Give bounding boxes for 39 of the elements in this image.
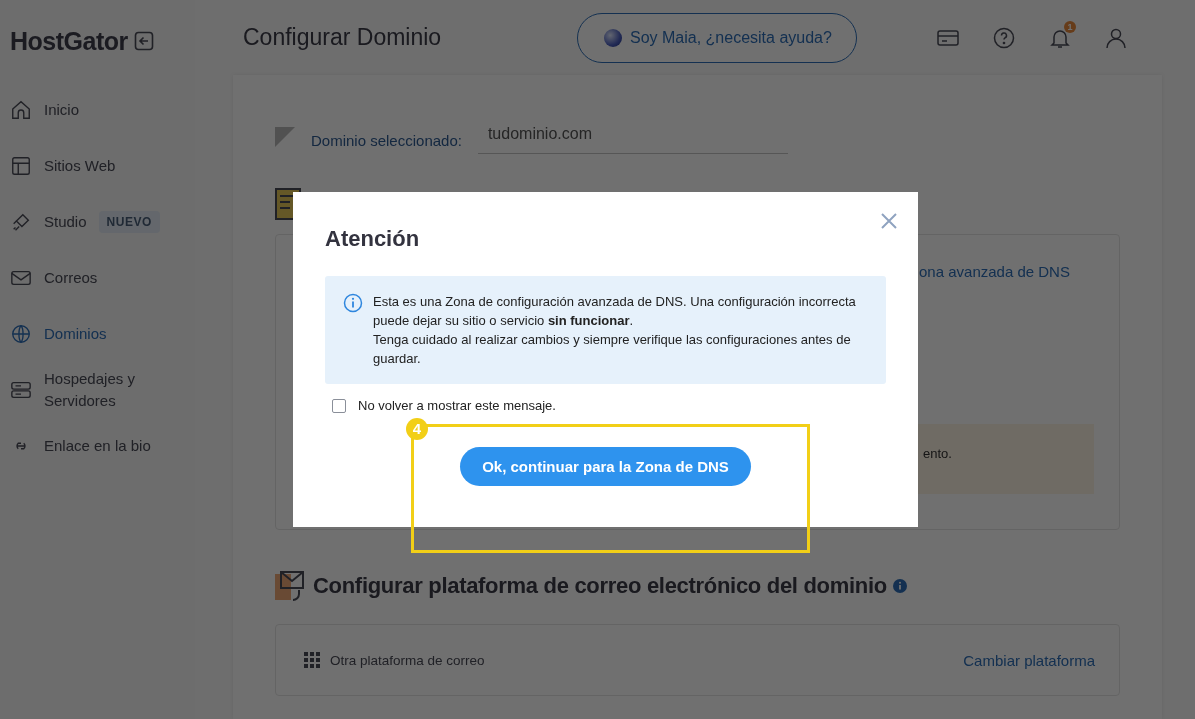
info-icon (343, 293, 363, 313)
change-platform-link[interactable]: Cambiar plataforma (963, 651, 1095, 669)
logo: HostGator (10, 26, 128, 56)
globe-icon (10, 323, 32, 345)
sidebar-item[interactable]: Sitios Web (10, 138, 195, 194)
sidebar-item[interactable]: Enlace en la bio (10, 418, 195, 474)
help-icon[interactable] (992, 25, 1016, 50)
sidebar-item[interactable]: Hospedajes y Servidores (10, 362, 195, 418)
orb-icon (604, 28, 622, 47)
info-paragraph: Tenga cuidado al realizar cambios y siempre verifique las configuraciones antes de guardar. (373, 331, 852, 368)
domain-label: Dominio seleccionado: (311, 132, 462, 149)
checkbox[interactable] (332, 398, 346, 413)
page-title: Configurar Dominio (243, 24, 443, 51)
sidebar-item[interactable]: Inicio (10, 82, 195, 138)
layout-icon (10, 155, 32, 177)
sidebar-item[interactable]: Dominios (10, 306, 195, 362)
sidebar-item[interactable]: Studio NUEVO (10, 194, 195, 250)
section-title: Configurar plataforma de correo electrónico del dominio (313, 573, 887, 599)
platform-name: Otra plataforma de correo (330, 652, 485, 668)
info-paragraph: Esta es una Zona de configuración avanzada de DNS. Una configuración incorrecta puede dejar su sitio o servicio sin funcionar. (373, 293, 857, 330)
assistant-button[interactable]: Soy Maia, ¿necesita ayuda? (577, 12, 857, 63)
domain-field[interactable]: tudominio.com (477, 119, 788, 154)
brush-icon (10, 211, 32, 233)
home-icon (10, 99, 32, 121)
info-icon[interactable] (892, 579, 907, 593)
triangle-icon (275, 126, 295, 147)
server-icon (10, 379, 32, 401)
close-icon[interactable] (881, 213, 897, 229)
dialog-title: Atención (325, 226, 421, 252)
sidebar-item[interactable]: Correos (10, 250, 195, 306)
checkbox-label: No volver a mostrar este mensaje. (358, 398, 556, 413)
grid-icon (304, 652, 320, 668)
dns-zone-link[interactable]: ona avanzada de DNS (919, 263, 1070, 280)
notification-badge: 1 (1064, 20, 1076, 33)
collapse-icon[interactable] (133, 31, 154, 51)
new-badge: NUEVO (98, 211, 160, 233)
continue-button[interactable]: Ok, continuar para la Zona de DNS (460, 447, 751, 486)
notice-text: ento. (923, 446, 952, 461)
mail-section-icon (275, 570, 307, 602)
